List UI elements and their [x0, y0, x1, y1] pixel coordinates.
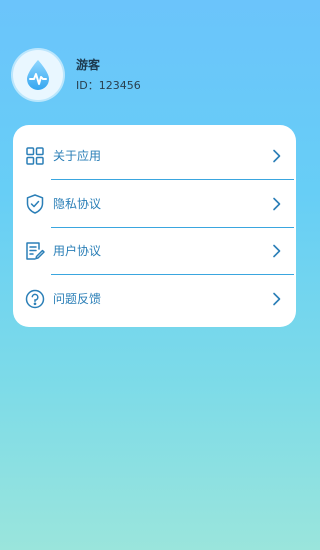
water-drop-pulse-icon: [27, 60, 49, 90]
user-id: ID：123456: [76, 79, 141, 93]
document-edit-icon: [25, 241, 45, 261]
avatar[interactable]: [13, 50, 63, 100]
chevron-right-icon: [273, 244, 281, 258]
chevron-right-icon: [273, 292, 281, 306]
menu-item-user-agreement[interactable]: 用户协议: [13, 227, 296, 275]
settings-menu-card: 关于应用 隐私协议 用户协议 问题反馈: [13, 125, 296, 327]
chevron-right-icon: [273, 197, 281, 211]
chevron-right-icon: [273, 149, 281, 163]
menu-item-label: 问题反馈: [53, 292, 102, 306]
help-circle-icon: [25, 289, 45, 309]
user-name: 游客: [76, 58, 101, 72]
menu-item-label: 关于应用: [53, 149, 102, 163]
user-profile: 游客 ID：123456: [13, 50, 141, 100]
user-id-value: 123456: [98, 79, 141, 92]
menu-item-label: 隐私协议: [53, 197, 102, 211]
menu-item-privacy-policy[interactable]: 隐私协议: [13, 180, 296, 228]
shield-check-icon: [25, 194, 45, 214]
app-grid-icon: [25, 146, 45, 166]
user-id-label: ID：: [76, 79, 99, 92]
profile-text: 游客 ID：123456: [76, 57, 141, 93]
menu-item-about-app[interactable]: 关于应用: [13, 132, 296, 180]
menu-item-feedback[interactable]: 问题反馈: [13, 275, 296, 323]
menu-item-label: 用户协议: [53, 244, 102, 258]
